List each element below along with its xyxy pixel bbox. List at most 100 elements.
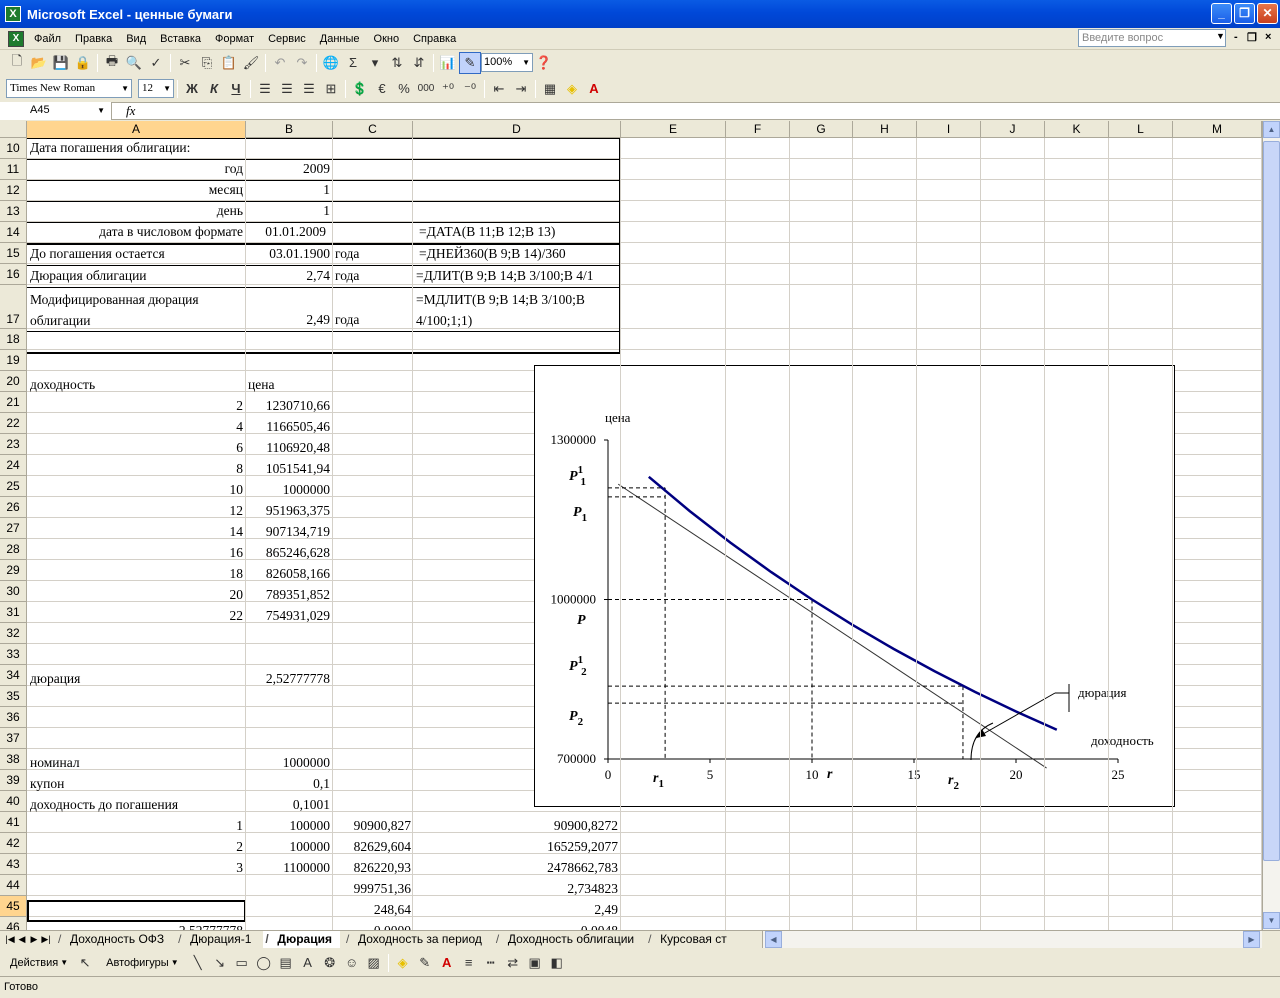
euro-button[interactable]: € (371, 78, 393, 100)
cell-b23[interactable]: 1106920,48 (246, 438, 332, 459)
row-header-42[interactable]: 42 (0, 833, 27, 854)
function-icon[interactable]: ▾ (364, 52, 386, 74)
cell-b34[interactable]: 2,52777778 (246, 669, 332, 690)
row-header-25[interactable]: 25 (0, 476, 27, 497)
col-header-e[interactable]: E (621, 121, 726, 138)
cut-icon[interactable]: ✂ (174, 52, 196, 74)
undo-icon[interactable]: ↶ (269, 52, 291, 74)
merge-center-icon[interactable]: ⊞ (320, 78, 342, 100)
select-all-corner[interactable] (0, 121, 27, 138)
row-header-26[interactable]: 26 (0, 497, 27, 518)
row-header-11[interactable]: 11 (0, 159, 27, 180)
bold-button[interactable]: Ж (181, 78, 203, 100)
last-sheet-icon[interactable]: ▶| (40, 934, 52, 945)
menu-help[interactable]: Справка (413, 33, 456, 45)
col-header-f[interactable]: F (726, 121, 790, 138)
font-size-select[interactable]: 12 ▼ (138, 79, 174, 98)
sort-desc-icon[interactable]: ⇵ (408, 52, 430, 74)
align-center-icon[interactable]: ☰ (276, 78, 298, 100)
row-header-10[interactable]: 10 (0, 138, 27, 159)
tab-bond-yield[interactable]: Доходность облигации (494, 931, 642, 948)
underline-button[interactable]: Ч (225, 78, 247, 100)
cell-b28[interactable]: 865246,628 (246, 543, 332, 564)
rectangle-icon[interactable]: ▭ (231, 952, 253, 974)
copy-icon[interactable]: ⎘ (196, 52, 218, 74)
selected-cell-a45[interactable] (27, 900, 246, 922)
row-header-35[interactable]: 35 (0, 686, 27, 707)
increase-decimal-icon[interactable]: ⁺⁰ (437, 78, 459, 100)
textbox-icon[interactable]: ▤ (275, 952, 297, 974)
cell-a34[interactable]: дюрация (28, 669, 245, 690)
cell-a12[interactable]: месяц (28, 180, 245, 201)
cell-a42[interactable]: 2 (28, 837, 245, 858)
next-sheet-icon[interactable]: ▶ (28, 934, 40, 945)
first-sheet-icon[interactable]: |◀ (4, 934, 16, 945)
format-painter-icon[interactable]: 🖌 (240, 52, 262, 74)
cell-a15[interactable]: До погашения остается (28, 244, 245, 265)
minimize-button[interactable]: _ (1211, 3, 1232, 24)
col-header-b[interactable]: B (246, 121, 333, 138)
align-right-icon[interactable]: ☰ (298, 78, 320, 100)
cell-b39[interactable]: 0,1 (246, 774, 332, 795)
decrease-indent-icon[interactable]: ⇤ (488, 78, 510, 100)
thousands-button[interactable]: 000 (415, 78, 437, 100)
cell-b43[interactable]: 1100000 (246, 858, 332, 879)
row-header-31[interactable]: 31 (0, 602, 27, 623)
row-header-22[interactable]: 22 (0, 413, 27, 434)
cell-a25[interactable]: 10 (28, 480, 245, 501)
cell-a29[interactable]: 18 (28, 564, 245, 585)
cell-c15[interactable]: года (333, 244, 413, 265)
cell-a46[interactable]: 2,52777778 (28, 921, 245, 930)
menu-data[interactable]: Данные (320, 33, 360, 45)
percent-button[interactable]: % (393, 78, 415, 100)
new-icon[interactable]: 🗋 (6, 52, 28, 74)
currency-icon[interactable]: 💲 (349, 78, 371, 100)
chart[interactable]: 0 5 10 15 20 25 700000 1000000 1300000 цена доходн… (534, 365, 1175, 807)
select-objects-icon[interactable]: ↖ (74, 952, 96, 974)
cell-a43[interactable]: 3 (28, 858, 245, 879)
fill-color-icon[interactable]: ◈ (561, 78, 583, 100)
align-left-icon[interactable]: ☰ (254, 78, 276, 100)
cell-a39[interactable]: купон (28, 774, 245, 795)
font-color-icon[interactable]: A (436, 952, 458, 974)
cell-b12[interactable]: 1 (246, 180, 332, 201)
cell-b16[interactable]: 2,74 (246, 266, 332, 287)
workbook-icon[interactable]: X (8, 30, 24, 47)
cell-a21[interactable]: 2 (28, 396, 245, 417)
wordart-icon[interactable]: A (297, 952, 319, 974)
row-header-39[interactable]: 39 (0, 770, 27, 791)
cell-a20[interactable]: доходность (28, 375, 245, 396)
cell-a31[interactable]: 22 (28, 606, 245, 627)
col-header-l[interactable]: L (1109, 121, 1173, 138)
autosum-icon[interactable]: Σ (342, 52, 364, 74)
cell-b15[interactable]: 03.01.1900 (246, 244, 332, 265)
row-header-43[interactable]: 43 (0, 854, 27, 875)
cell-a17[interactable]: Модифицированная дюрация облигации (28, 289, 245, 331)
tab-duration[interactable]: Дюрация (263, 931, 340, 948)
cell-b42[interactable]: 100000 (246, 837, 332, 858)
cell-d17[interactable]: =МДЛИТ(B 9;B 14;B 3/100;B 4/100;1;1) (414, 289, 620, 331)
row-header-28[interactable]: 28 (0, 539, 27, 560)
cell-b26[interactable]: 951963,375 (246, 501, 332, 522)
cell-b27[interactable]: 907134,719 (246, 522, 332, 543)
cell-b17[interactable]: 2,49 (246, 310, 332, 331)
borders-icon[interactable]: ▦ (539, 78, 561, 100)
row-header-16[interactable]: 16 (0, 264, 27, 285)
tab-period-yield[interactable]: Доходность за период (344, 931, 490, 948)
row-header-45[interactable]: 45 (0, 896, 27, 917)
font-name-select[interactable]: Times New Roman ▼ (6, 79, 132, 98)
cell-b31[interactable]: 754931,029 (246, 606, 332, 627)
cell-c45[interactable]: 248,64 (333, 900, 413, 921)
row-header-46[interactable]: 46 (0, 917, 27, 930)
row-header-29[interactable]: 29 (0, 560, 27, 581)
col-header-k[interactable]: K (1045, 121, 1109, 138)
permission-icon[interactable]: 🔒 (72, 52, 94, 74)
cell-c16[interactable]: года (333, 266, 413, 287)
row-header-18[interactable]: 18 (0, 329, 27, 350)
name-box[interactable]: A45 ▼ (0, 102, 112, 120)
tab-dohodnost-ofz[interactable]: Доходность ОФЗ (56, 931, 172, 948)
cell-a41[interactable]: 1 (28, 816, 245, 837)
col-header-d[interactable]: D (413, 121, 621, 138)
cell-b38[interactable]: 1000000 (246, 753, 332, 774)
row-header-17[interactable]: 17 (0, 285, 27, 329)
